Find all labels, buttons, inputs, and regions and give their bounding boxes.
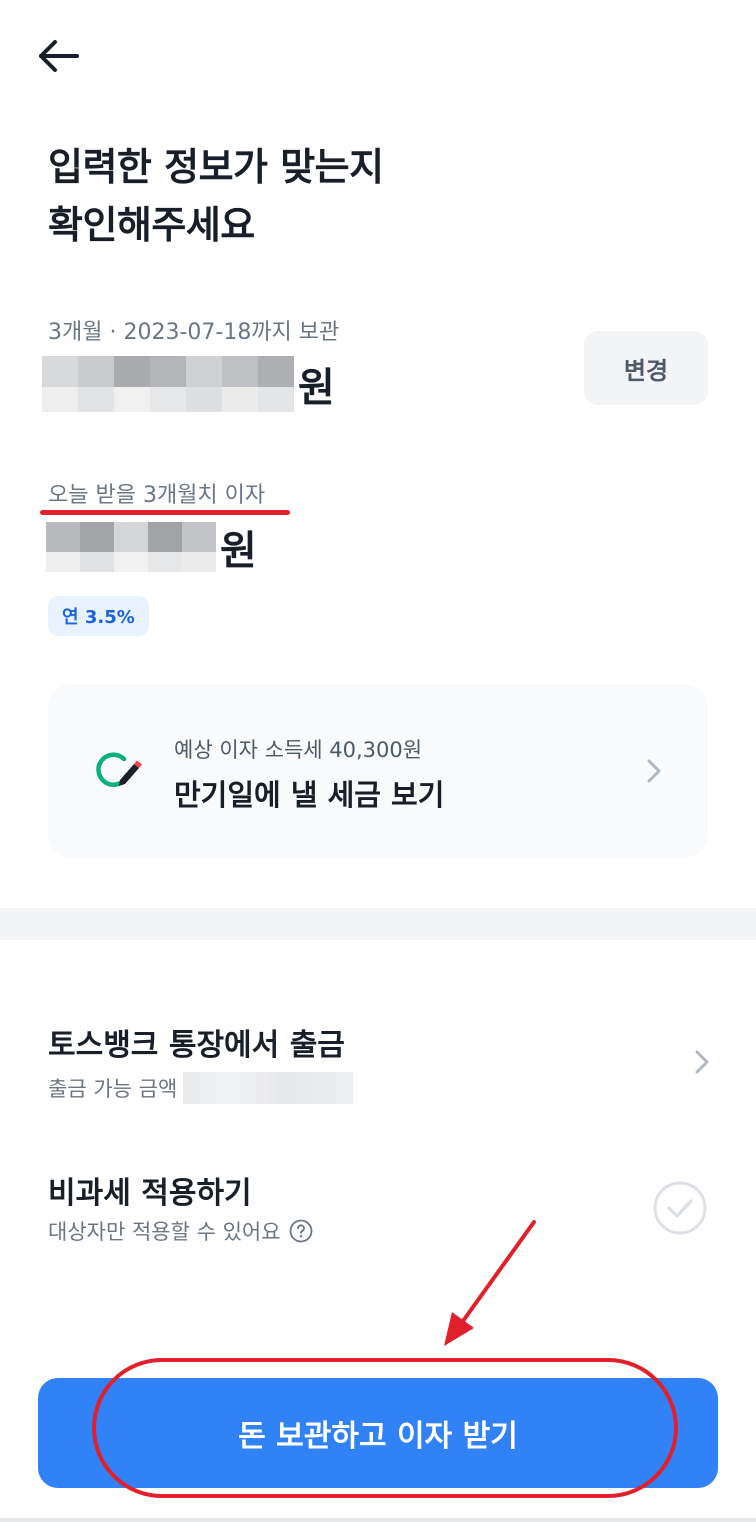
deposit-amount: 원 <box>42 356 335 412</box>
deposit-amount-masked <box>42 356 294 412</box>
back-button[interactable] <box>32 30 84 82</box>
page-title-line1: 입력한 정보가 맞는지 <box>48 145 384 189</box>
interest-amount-masked <box>46 522 216 572</box>
bottom-edge <box>0 1518 756 1522</box>
withdraw-available-label: 출금 가능 금액 <box>48 1077 178 1101</box>
interest-amount-unit: 원 <box>220 528 257 574</box>
arrow-left-icon <box>39 40 79 72</box>
withdraw-available: 출금 가능 금액 <box>48 1072 354 1104</box>
deposit-period-text: 3개월 · 2023-07-18까지 보관 <box>48 320 340 345</box>
page-title-line2: 확인해주세요 <box>48 203 255 247</box>
deposit-amount-unit: 원 <box>298 365 335 411</box>
section-divider <box>0 908 756 940</box>
withdraw-account-title: 토스뱅크 통장에서 출금 <box>48 1028 345 1063</box>
tax-free-title: 비과세 적용하기 <box>48 1176 252 1211</box>
withdraw-account-row[interactable]: 토스뱅크 통장에서 출금 출금 가능 금액 <box>0 1010 756 1110</box>
tax-info-card[interactable]: 예상 이자 소득세 40,300원 만기일에 낼 세금 보기 <box>48 684 708 858</box>
edit-pencil-icon <box>96 752 142 787</box>
interest-amount: 원 <box>46 522 257 574</box>
tax-free-subtitle-text: 대상자만 적용할 수 있어요 <box>48 1220 281 1244</box>
tax-estimate-text: 예상 이자 소득세 40,300원 <box>174 738 423 762</box>
annotation-underline <box>40 510 290 515</box>
chevron-right-icon <box>695 1050 709 1074</box>
page-title: 입력한 정보가 맞는지 확인해주세요 <box>48 138 384 254</box>
rate-badge: 연 3.5% <box>48 596 149 636</box>
change-button[interactable]: 변경 <box>584 331 708 405</box>
save-and-receive-interest-button[interactable]: 돈 보관하고 이자 받기 <box>38 1378 718 1488</box>
interest-label: 오늘 받을 3개월치 이자 <box>48 483 266 508</box>
question-circle-icon[interactable] <box>289 1219 313 1243</box>
tax-free-subtitle: 대상자만 적용할 수 있어요 <box>48 1216 313 1246</box>
annotation-arrow <box>444 1220 536 1346</box>
tax-view-title: 만기일에 낼 세금 보기 <box>174 778 445 812</box>
check-circle-icon[interactable] <box>652 1180 708 1236</box>
chevron-right-icon <box>647 759 661 783</box>
withdraw-available-masked <box>183 1072 354 1104</box>
